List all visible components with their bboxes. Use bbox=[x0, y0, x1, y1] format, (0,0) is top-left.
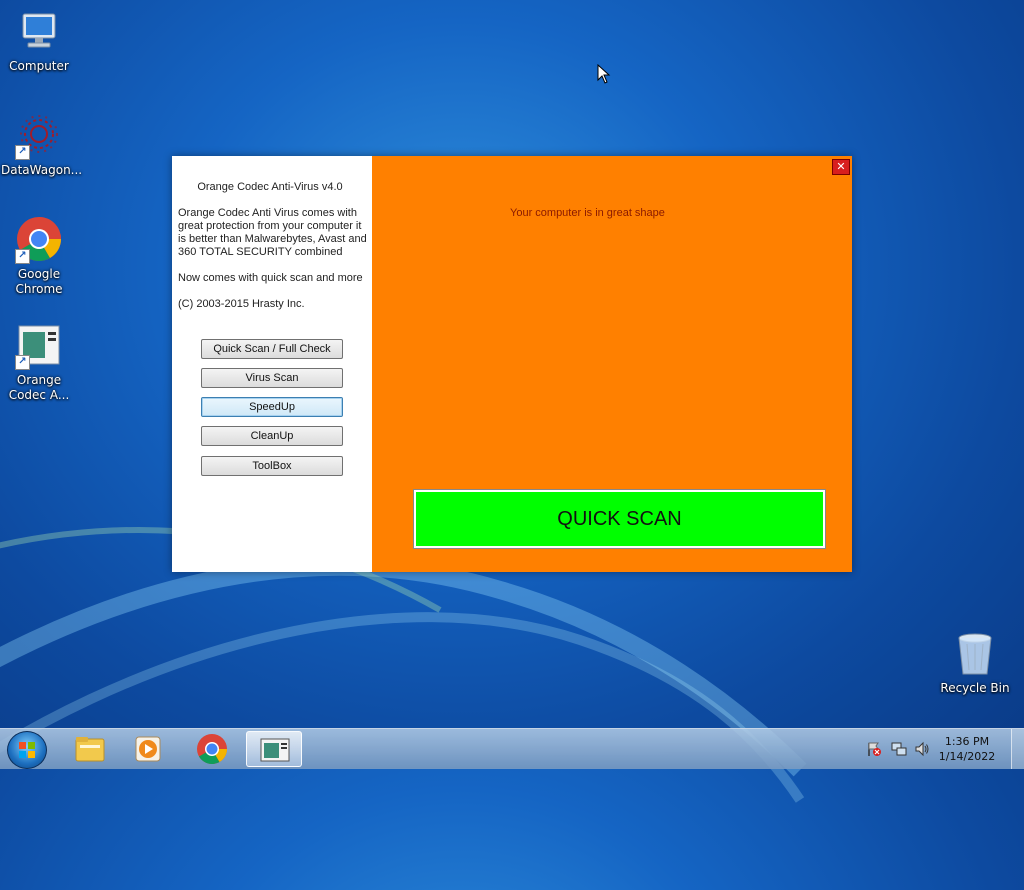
desktop-icon-datawagon[interactable]: ↗ DataWagon... bbox=[1, 112, 83, 178]
shortcut-arrow-icon: ↗ bbox=[15, 145, 30, 160]
cleanup-button[interactable]: CleanUp bbox=[201, 426, 343, 446]
status-message: Your computer is in great shape bbox=[510, 207, 665, 219]
desktop-icon-orange-codec[interactable]: ↗ Orange Codec A... bbox=[1, 322, 77, 403]
desktop-icon-label: DataWagon... bbox=[1, 163, 83, 177]
mouse-cursor-icon bbox=[597, 64, 611, 84]
start-orb-icon[interactable] bbox=[7, 731, 47, 769]
virus-scan-button[interactable]: Virus Scan bbox=[201, 368, 343, 388]
taskbar-media-player[interactable] bbox=[120, 731, 176, 767]
desktop-icon-label: Orange Codec A... bbox=[8, 373, 70, 402]
left-panel: Orange Codec Anti-Virus v4.0 Orange Code… bbox=[172, 156, 372, 572]
orange-codec-icon bbox=[260, 738, 290, 762]
chrome-icon: ↗ bbox=[15, 216, 63, 264]
taskbar-orange-codec[interactable] bbox=[246, 731, 302, 767]
app-title: Orange Codec Anti-Virus v4.0 bbox=[197, 181, 343, 193]
recycle-bin-icon bbox=[951, 630, 999, 678]
desktop-icon-label: Recycle Bin bbox=[940, 681, 1010, 695]
taskbar-chrome[interactable] bbox=[184, 731, 240, 767]
clock-date: 1/14/2022 bbox=[938, 750, 996, 763]
copyright-text: (C) 2003-2015 Hrasty Inc. bbox=[178, 298, 305, 310]
datawagon-icon: ↗ bbox=[15, 112, 63, 160]
desktop-icon-computer[interactable]: Computer bbox=[1, 8, 77, 74]
right-panel: ✕ Your computer is in great shape QUICK … bbox=[372, 156, 852, 572]
taskbar: 1:36 PM 1/14/2022 bbox=[0, 728, 1024, 769]
show-desktop-button[interactable] bbox=[1011, 729, 1024, 769]
desktop-icon-chrome[interactable]: ↗ Google Chrome bbox=[1, 216, 77, 297]
computer-icon bbox=[15, 8, 63, 56]
volume-icon[interactable] bbox=[914, 741, 930, 757]
action-center-flag-icon[interactable] bbox=[866, 741, 882, 757]
clock-time: 1:36 PM bbox=[944, 735, 990, 748]
description-paragraph: Orange Codec Anti Virus comes with great… bbox=[178, 207, 367, 258]
taskbar-file-explorer[interactable] bbox=[62, 731, 118, 767]
shortcut-arrow-icon: ↗ bbox=[15, 355, 30, 370]
desktop-icon-label: Computer bbox=[9, 59, 69, 73]
file-explorer-icon bbox=[75, 737, 105, 762]
media-player-icon bbox=[135, 736, 161, 762]
system-clock[interactable]: 1:36 PM 1/14/2022 bbox=[932, 734, 1002, 764]
close-button[interactable]: ✕ bbox=[832, 159, 850, 175]
description-paragraph: Now comes with quick scan and more bbox=[178, 272, 363, 284]
speedup-button[interactable]: SpeedUp bbox=[201, 397, 343, 417]
desktop-icon-recycle-bin[interactable]: Recycle Bin bbox=[937, 630, 1013, 696]
app-description: Orange Codec Anti Virus comes with great… bbox=[178, 207, 370, 324]
toolbox-button[interactable]: ToolBox bbox=[201, 456, 343, 476]
quick-scan-button[interactable]: QUICK SCAN bbox=[413, 489, 826, 549]
chrome-icon bbox=[197, 734, 227, 765]
network-icon[interactable] bbox=[891, 741, 907, 757]
shortcut-arrow-icon: ↗ bbox=[15, 249, 30, 264]
orange-codec-window: Orange Codec Anti-Virus v4.0 Orange Code… bbox=[172, 156, 852, 572]
orange-codec-icon: ↗ bbox=[15, 322, 63, 370]
desktop-icon-label: Google Chrome bbox=[15, 267, 63, 296]
quick-scan-full-check-button[interactable]: Quick Scan / Full Check bbox=[201, 339, 343, 359]
